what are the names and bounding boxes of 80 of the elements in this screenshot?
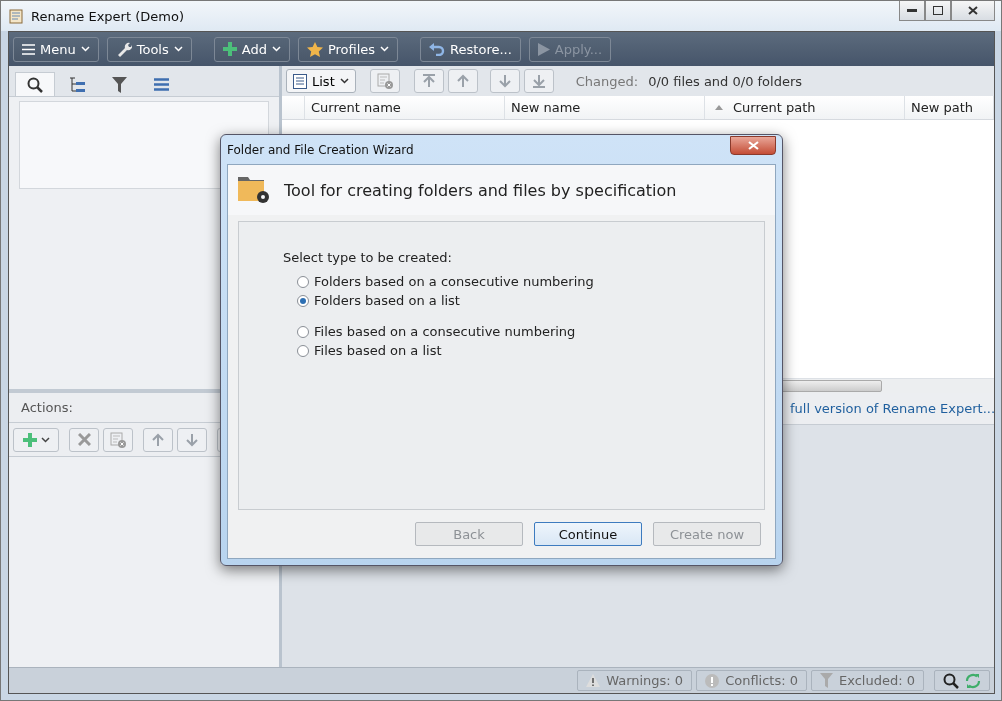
dialog-button[interactable]: Continue (534, 522, 642, 546)
radio-button[interactable] (297, 325, 309, 338)
arrow-down-icon (185, 432, 199, 447)
filter-icon (820, 673, 834, 688)
clear-button[interactable] (103, 427, 133, 452)
radio-button[interactable] (297, 275, 309, 288)
radio-option[interactable]: Files based on a list (297, 343, 764, 358)
dialog-title: Folder and File Creation Wizard (227, 142, 414, 157)
upgrade-link[interactable]: full version of Rename Expert... (790, 401, 996, 416)
status-counter[interactable]: Excluded: 0 (811, 670, 924, 691)
plus-icon (222, 42, 237, 56)
tree-icon (69, 76, 85, 93)
remove-list-icon (376, 73, 393, 89)
radio-button[interactable] (297, 344, 309, 357)
arrow-down-icon (497, 74, 512, 88)
move-up-button[interactable] (447, 69, 478, 93)
exclamation-icon (705, 673, 720, 688)
toolbar-button[interactable]: Profiles (297, 36, 399, 62)
column-header[interactable]: New path (905, 96, 994, 119)
dialog-heading: Tool for creating folders and files by specification (284, 180, 677, 200)
search-icon (27, 76, 43, 93)
menu-icon (22, 43, 35, 55)
radio-button[interactable] (297, 294, 309, 307)
toolbar-button[interactable]: Add (213, 36, 290, 62)
arrow-top-icon (421, 74, 436, 88)
close-button[interactable] (730, 135, 776, 155)
radio-option[interactable]: Folders based on a consecutive numbering (297, 274, 764, 289)
folder-gear-icon (238, 175, 272, 205)
radio-option[interactable]: Folders based on a list (297, 293, 764, 308)
move-down-button[interactable] (177, 427, 207, 452)
maximize-button[interactable] (925, 1, 951, 21)
toolbar-button[interactable]: Menu (13, 36, 99, 62)
arrow-up-icon (151, 432, 165, 447)
status-counter[interactable]: Warnings: 0 (577, 670, 693, 691)
move-up-button[interactable] (143, 427, 173, 452)
warning-icon (586, 674, 601, 687)
toolbar-button[interactable]: Restore... (420, 36, 521, 62)
prompt-text: Select type to be created: (283, 250, 453, 265)
list-view-icon (293, 73, 307, 89)
arrow-up-icon (455, 74, 470, 88)
column-header[interactable]: New name (505, 96, 705, 119)
caret-icon (40, 436, 50, 443)
refresh-icon (965, 672, 981, 689)
toolbar-button[interactable]: Tools (106, 36, 192, 62)
move-down-button[interactable] (489, 69, 520, 93)
close-icon (968, 6, 978, 15)
play-icon (537, 42, 550, 56)
filter-icon (111, 76, 127, 93)
panel-tab[interactable] (15, 72, 55, 96)
close-icon (747, 140, 759, 150)
delete-icon (77, 433, 91, 446)
star-icon (306, 41, 323, 57)
add-action-button[interactable] (13, 427, 59, 452)
search-refresh-button[interactable] (934, 670, 990, 691)
clear-list-button[interactable] (369, 69, 400, 93)
radio-option[interactable]: Files based on a consecutive numbering (297, 324, 764, 339)
column-header[interactable]: Current path (705, 96, 905, 119)
delete-button[interactable] (69, 427, 99, 452)
maximize-icon (933, 6, 943, 15)
move-top-button[interactable] (413, 69, 444, 93)
plus-icon (22, 432, 37, 447)
close-button[interactable] (951, 1, 995, 21)
view-dropdown[interactable]: List (286, 69, 356, 93)
minimize-button[interactable] (899, 1, 925, 21)
arrow-bottom-icon (531, 74, 546, 88)
changed-count: 0/0 files and 0/0 folders (648, 73, 803, 89)
sort-icon (715, 105, 723, 110)
move-bottom-button[interactable] (523, 69, 554, 93)
app-icon (9, 8, 25, 24)
column-header[interactable]: Current name (305, 96, 505, 119)
undo-icon (429, 42, 446, 56)
actions-label: Actions: (21, 400, 73, 415)
caret-icon (339, 78, 349, 84)
changed-label: Changed: (575, 73, 639, 89)
window-title: Rename Expert (Demo) (31, 8, 184, 24)
list-icon (153, 78, 169, 91)
remove-list-icon (110, 431, 126, 448)
minimize-icon (907, 8, 917, 13)
search-icon (943, 672, 959, 689)
status-counter[interactable]: Conflicts: 0 (696, 670, 808, 691)
